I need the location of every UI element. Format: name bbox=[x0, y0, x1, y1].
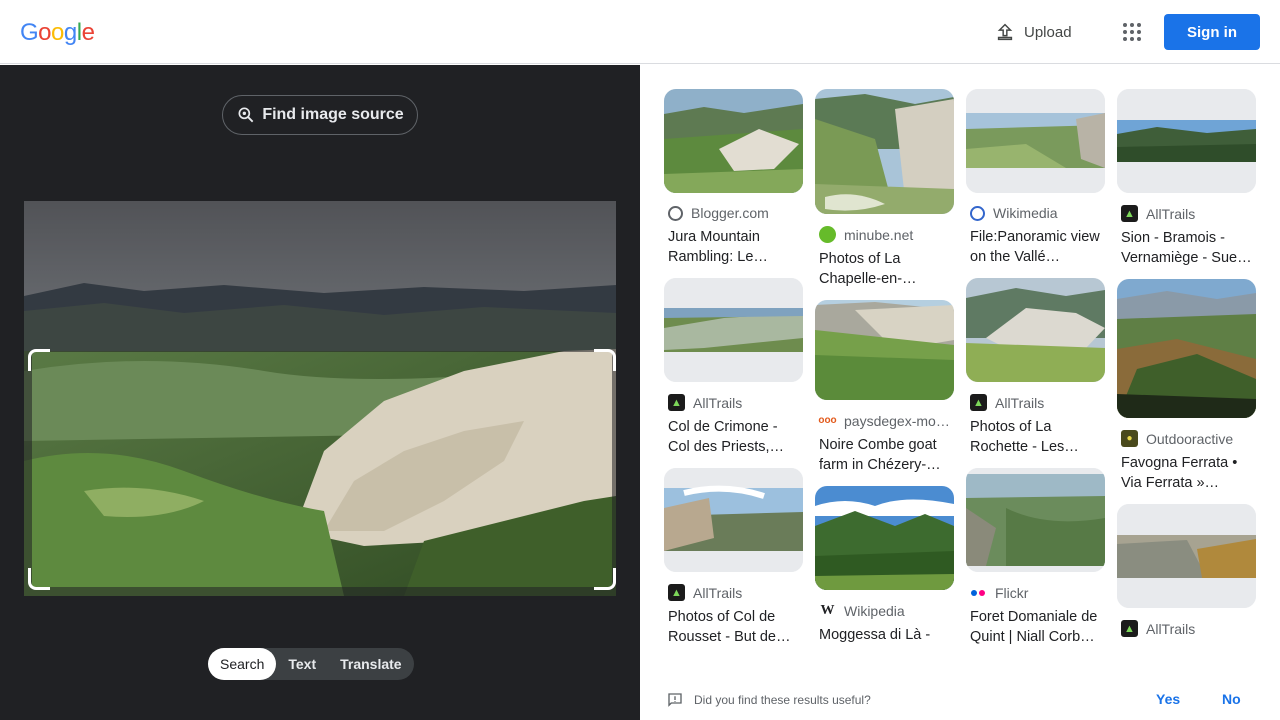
result-thumbnail[interactable] bbox=[664, 278, 803, 382]
result-title[interactable]: Sion - Bramois - Vernamiège - Sue… bbox=[1117, 222, 1256, 280]
query-image-panel: Find image source Search Text Translate bbox=[0, 65, 640, 720]
alltrails-icon: ▲ bbox=[1121, 205, 1138, 222]
wikimedia-icon bbox=[970, 205, 985, 221]
crop-handle-top-right[interactable] bbox=[594, 349, 616, 371]
result-card[interactable]: Blogger.com Jura Mountain Rambling: Le… bbox=[664, 89, 803, 279]
result-card[interactable]: ▲ AllTrails Photos of La Rochette - Les… bbox=[966, 278, 1105, 469]
query-image[interactable] bbox=[24, 201, 616, 596]
upload-label: Upload bbox=[1024, 23, 1072, 41]
feedback-icon bbox=[668, 693, 682, 707]
sign-in-button[interactable]: Sign in bbox=[1164, 14, 1260, 50]
result-title[interactable]: Favogna Ferrata • Via Ferrata »… bbox=[1117, 447, 1256, 505]
result-thumbnail[interactable] bbox=[1117, 89, 1256, 193]
outdooractive-icon: ● bbox=[1121, 430, 1138, 447]
upload-button[interactable]: Upload bbox=[986, 16, 1080, 48]
result-thumbnail[interactable] bbox=[815, 486, 954, 590]
results-column: Blogger.com Jura Mountain Rambling: Le… … bbox=[664, 89, 803, 659]
result-title[interactable]: Col de Crimone - Col des Priests,… bbox=[664, 411, 803, 469]
apps-grid-icon[interactable] bbox=[1118, 18, 1146, 46]
result-source: W Wikipedia bbox=[820, 602, 905, 619]
tab-search[interactable]: Search bbox=[208, 648, 277, 680]
result-title[interactable]: Photos of La Chapelle-en-… bbox=[815, 243, 954, 301]
tab-text[interactable]: Text bbox=[276, 648, 328, 680]
result-title[interactable]: Moggessa di Là - bbox=[815, 619, 954, 677]
visual-matches-panel: Blogger.com Jura Mountain Rambling: Le… … bbox=[640, 65, 1280, 720]
result-thumbnail[interactable] bbox=[966, 278, 1105, 382]
result-source: ▲ AllTrails bbox=[1117, 193, 1256, 222]
crop-handle-bottom-right[interactable] bbox=[594, 568, 616, 590]
mode-tabs: Search Text Translate bbox=[208, 648, 414, 680]
alltrails-icon: ▲ bbox=[1121, 620, 1138, 637]
google-logo[interactable]: Google bbox=[20, 19, 95, 47]
result-thumbnail[interactable] bbox=[815, 300, 954, 400]
result-title[interactable]: Photos of La Rochette - Les… bbox=[966, 411, 1105, 469]
result-card[interactable]: ▲ AllTrails Sion - Bramois - Vernamiège … bbox=[1117, 89, 1256, 280]
result-source: ▲ AllTrails bbox=[1117, 608, 1256, 637]
result-card[interactable]: ▲ AllTrails Photos of Col de Rousset - B… bbox=[664, 468, 803, 659]
result-source: ● Outdooractive bbox=[1117, 418, 1256, 447]
result-card[interactable]: ooo paysdegex-mo… Noire Combe goat farm … bbox=[815, 300, 954, 487]
result-source: ▲ AllTrails bbox=[966, 382, 1105, 411]
result-source: ▲ AllTrails bbox=[664, 382, 803, 411]
results-column: Wikimedia File:Panoramic view on the Val… bbox=[966, 89, 1105, 659]
result-card[interactable]: Wikimedia File:Panoramic view on the Val… bbox=[966, 89, 1105, 279]
result-card[interactable]: W Wikipedia Moggessa di Là - bbox=[815, 486, 954, 677]
lens-search-icon bbox=[238, 107, 254, 123]
results-column: ▲ AllTrails Sion - Bramois - Vernamiège … bbox=[1117, 89, 1256, 637]
result-title[interactable]: Foret Domaniale de Quint | Niall Corb… bbox=[966, 601, 1105, 659]
result-title[interactable]: Photos of Col de Rousset - But de… bbox=[664, 601, 803, 659]
alltrails-icon: ▲ bbox=[668, 584, 685, 601]
result-source: Wikimedia bbox=[966, 193, 1105, 221]
result-title[interactable]: Jura Mountain Rambling: Le… bbox=[664, 221, 803, 279]
feedback-question: Did you find these results useful? bbox=[694, 693, 871, 707]
wikipedia-icon: W bbox=[820, 602, 835, 618]
minube-icon bbox=[819, 226, 836, 243]
feedback-bar: Did you find these results useful? Yes N… bbox=[640, 680, 1280, 720]
paysdegex-icon: ooo bbox=[818, 415, 837, 426]
globe-icon bbox=[668, 205, 683, 221]
result-source: minube.net bbox=[815, 214, 954, 243]
result-card[interactable]: ▲ AllTrails Col de Crimone - Col des Pri… bbox=[664, 278, 803, 469]
result-thumbnail[interactable] bbox=[966, 468, 1105, 572]
result-source: ▲ AllTrails bbox=[664, 572, 803, 601]
find-image-source-button[interactable]: Find image source bbox=[222, 95, 418, 135]
result-source: ooo paysdegex-mo… bbox=[818, 412, 950, 429]
alltrails-icon: ▲ bbox=[668, 394, 685, 411]
result-source: Blogger.com bbox=[664, 193, 803, 221]
result-thumbnail[interactable] bbox=[664, 468, 803, 572]
result-title[interactable]: Noire Combe goat farm in Chézery-… bbox=[815, 429, 954, 487]
result-thumbnail[interactable] bbox=[966, 89, 1105, 193]
feedback-no-button[interactable]: No bbox=[1222, 691, 1241, 707]
result-card[interactable]: minube.net Photos of La Chapelle-en-… bbox=[815, 89, 954, 301]
result-source: Flickr bbox=[966, 572, 1105, 601]
result-title[interactable]: File:Panoramic view on the Vallé… bbox=[966, 221, 1105, 279]
find-image-source-label: Find image source bbox=[262, 106, 404, 123]
crop-handle-top-left[interactable] bbox=[28, 349, 50, 371]
result-card[interactable]: ▲ AllTrails bbox=[1117, 504, 1256, 637]
result-thumbnail[interactable] bbox=[1117, 279, 1256, 418]
upload-icon bbox=[997, 23, 1013, 41]
result-card[interactable]: ● Outdooractive Favogna Ferrata • Via Fe… bbox=[1117, 279, 1256, 505]
results-column: minube.net Photos of La Chapelle-en-… oo… bbox=[815, 89, 954, 677]
result-thumbnail[interactable] bbox=[664, 89, 803, 193]
tab-translate[interactable]: Translate bbox=[328, 648, 413, 680]
header: Google Upload Sign in bbox=[0, 0, 1280, 64]
result-thumbnail[interactable] bbox=[815, 89, 954, 214]
crop-handle-bottom-left[interactable] bbox=[28, 568, 50, 590]
feedback-yes-button[interactable]: Yes bbox=[1156, 691, 1180, 707]
flickr-icon bbox=[970, 584, 987, 601]
result-card[interactable]: Flickr Foret Domaniale de Quint | Niall … bbox=[966, 468, 1105, 659]
result-thumbnail[interactable] bbox=[1117, 504, 1256, 608]
alltrails-icon: ▲ bbox=[970, 394, 987, 411]
